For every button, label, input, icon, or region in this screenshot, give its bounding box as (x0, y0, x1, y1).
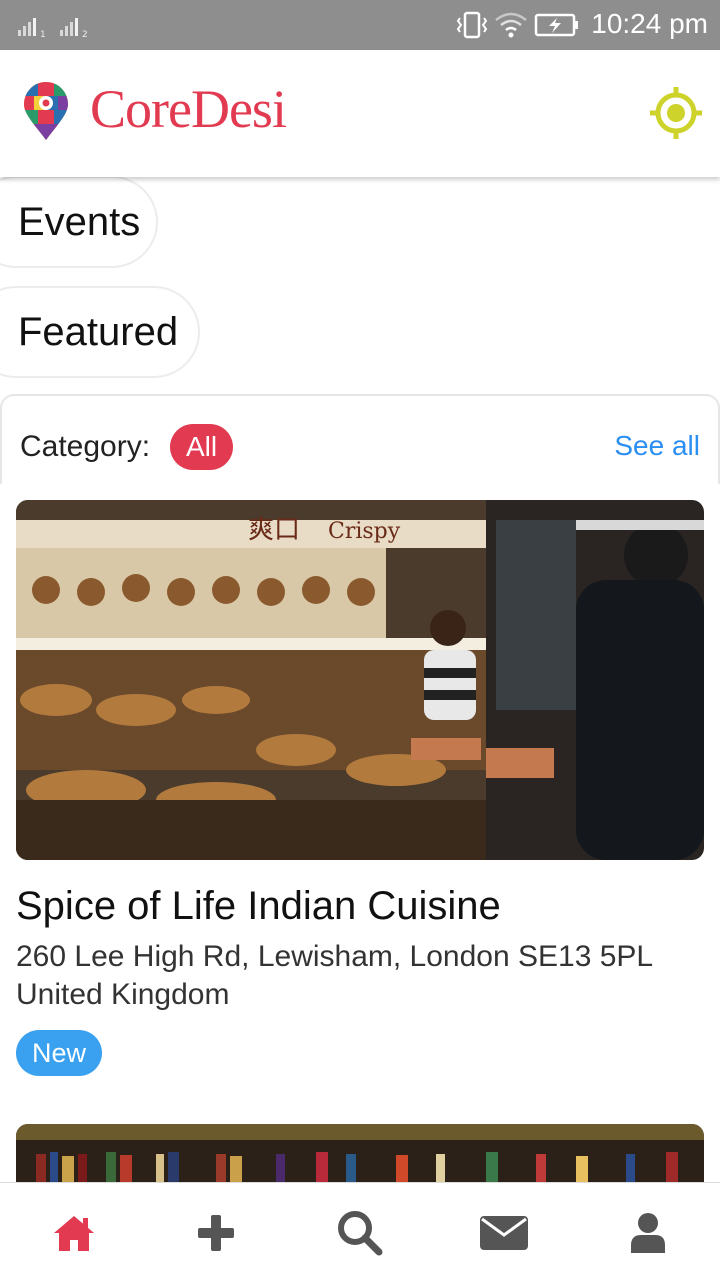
nav-add[interactable] (191, 1209, 241, 1257)
events-button[interactable]: Events (0, 176, 158, 268)
nav-messages[interactable] (479, 1209, 529, 1257)
user-icon (631, 1213, 665, 1253)
category-label: Category: (20, 430, 151, 463)
status-time: 10:24 pm (591, 8, 708, 39)
sim1-label: 1 (40, 30, 46, 40)
see-all-link[interactable]: See all (614, 430, 700, 462)
signal-sim1-icon: 1 (18, 14, 48, 40)
sign-chinese-text: 爽口 (248, 515, 300, 545)
brand-logo-text: CoreDesi (90, 79, 287, 139)
nav-home[interactable] (49, 1209, 99, 1257)
signal-sim2-icon: 2 (60, 14, 90, 40)
nav-search[interactable] (335, 1209, 385, 1257)
logo-pin-icon (24, 82, 68, 140)
listing-title[interactable]: Spice of Life Indian Cuisine (16, 884, 501, 929)
category-bar: Category: All See all (0, 394, 720, 484)
category-chip-all[interactable]: All (170, 424, 234, 470)
bottom-nav (0, 1182, 720, 1280)
listing-image-2[interactable] (16, 1124, 704, 1184)
sign-crispy-text: Crispy (328, 519, 401, 544)
vibrate-icon (456, 11, 488, 39)
nav-profile[interactable] (623, 1209, 673, 1257)
featured-button[interactable]: Featured (0, 286, 200, 378)
locate-icon[interactable] (648, 85, 704, 141)
battery-icon (534, 13, 578, 37)
mail-icon (480, 1216, 528, 1250)
listing-address: 260 Lee High Rd, Lewisham, London SE13 5… (16, 940, 652, 1011)
plus-icon (198, 1215, 234, 1251)
sim2-label: 2 (82, 30, 88, 40)
app-header: CoreDesi (0, 50, 720, 177)
status-bar: 1 2 10:24 pm (0, 0, 720, 50)
wifi-icon (495, 12, 527, 38)
listing-image[interactable]: 爽口 Crispy (16, 500, 704, 860)
new-badge: New (16, 1030, 103, 1076)
search-icon (338, 1211, 383, 1256)
home-icon (54, 1216, 94, 1251)
